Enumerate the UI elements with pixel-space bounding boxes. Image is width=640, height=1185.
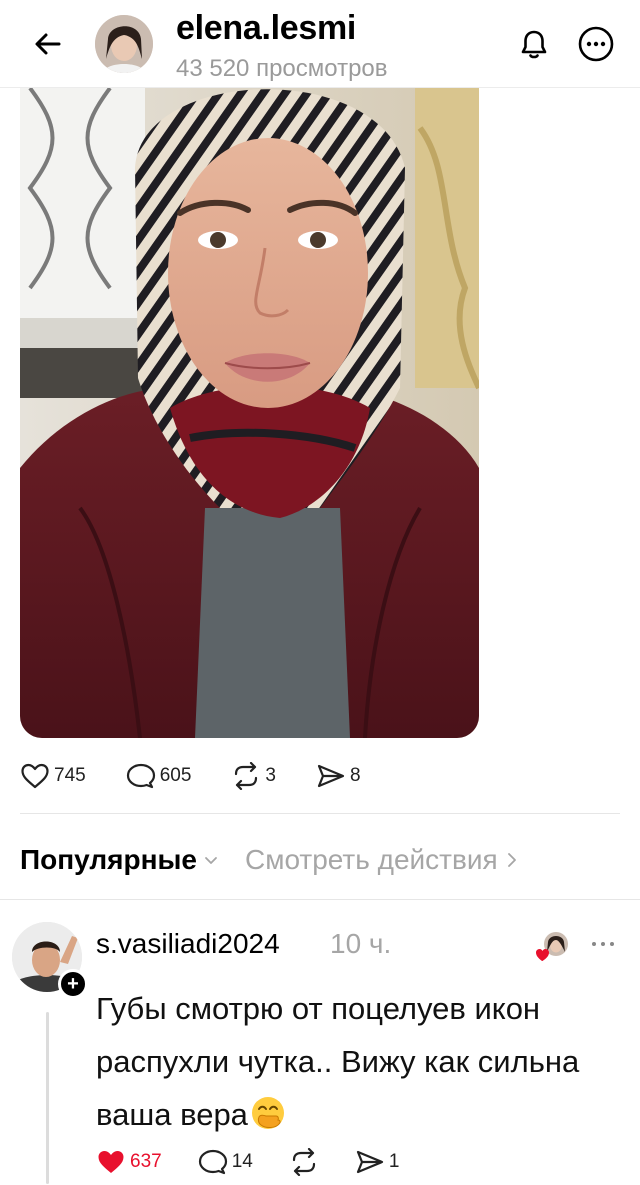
comment-share-count: 1 [388, 1151, 400, 1172]
comment-repost-button[interactable] [289, 1148, 319, 1176]
send-icon [317, 764, 345, 788]
divider [20, 813, 620, 814]
like-button[interactable]: 745 [20, 762, 86, 790]
chevron-down-icon [205, 857, 217, 864]
comment-reply-count: 14 [231, 1151, 253, 1172]
heart-icon [21, 763, 49, 789]
view-activity-link[interactable]: Смотреть действия [245, 844, 520, 876]
comment-bubble-icon [198, 1149, 227, 1175]
comment-text: Губы смотрю от поцелуев икон распухли чу… [96, 982, 626, 1141]
divider [0, 899, 640, 900]
send-icon [356, 1150, 383, 1174]
author-liked-badge [535, 930, 571, 964]
author-avatar-mini [536, 932, 568, 961]
comment-actions: 637 14 1 [96, 1146, 435, 1178]
repost-icon [292, 1148, 315, 1176]
more-options-button[interactable] [574, 22, 618, 66]
view-activity-label: Смотреть действия [244, 844, 498, 875]
view-count: 43 520 просмотров [176, 55, 388, 82]
post-actions: 745 605 3 8 [20, 760, 401, 792]
repost-count: 3 [265, 765, 276, 786]
chevron-right-icon [507, 853, 516, 867]
post-photo[interactable] [20, 88, 479, 738]
like-count: 745 [54, 765, 86, 786]
notifications-button[interactable] [512, 22, 556, 66]
share-count: 8 [349, 765, 361, 786]
comment-count: 605 [159, 765, 192, 786]
repost-button[interactable]: 3 [231, 762, 276, 790]
sort-popular-label: Популярные [20, 844, 197, 875]
bell-icon [521, 30, 547, 59]
comment-button[interactable]: 605 [126, 762, 192, 790]
repost-icon [235, 762, 258, 790]
avatar-image [95, 15, 153, 73]
back-button[interactable] [28, 24, 68, 64]
top-bar: elena.lesmi 43 520 просмотров [0, 0, 640, 88]
comment-reply-button[interactable]: 14 [198, 1148, 253, 1176]
ellipsis-circle-icon [578, 26, 614, 62]
comment-text-body: Губы смотрю от поцелуев икон распухли чу… [96, 991, 580, 1132]
post-image [20, 88, 479, 738]
comment-bubble-icon [126, 763, 155, 789]
heart-filled-icon [98, 1151, 124, 1173]
share-button[interactable]: 8 [316, 762, 361, 790]
sort-popular-dropdown[interactable]: Популярные [20, 844, 219, 876]
comment-like-count: 637 [130, 1151, 162, 1172]
comment-like-button[interactable]: 637 [96, 1148, 162, 1176]
comment-more-button[interactable] [585, 932, 621, 956]
comments-filter-bar: Популярные Смотреть действия [20, 840, 520, 880]
thread-line [46, 1012, 49, 1184]
author-avatar[interactable] [95, 15, 153, 73]
arrow-left-icon [35, 33, 61, 55]
commenter-username[interactable]: s.vasiliadi2024 [96, 926, 280, 962]
comment-share-button[interactable]: 1 [355, 1148, 400, 1176]
ellipsis-icon [592, 942, 614, 946]
follow-plus-button[interactable]: + [58, 969, 88, 999]
author-username[interactable]: elena.lesmi [176, 8, 356, 48]
face-with-hand-over-mouth-icon [251, 1097, 284, 1129]
comment-time: 10 ч. [330, 928, 392, 959]
